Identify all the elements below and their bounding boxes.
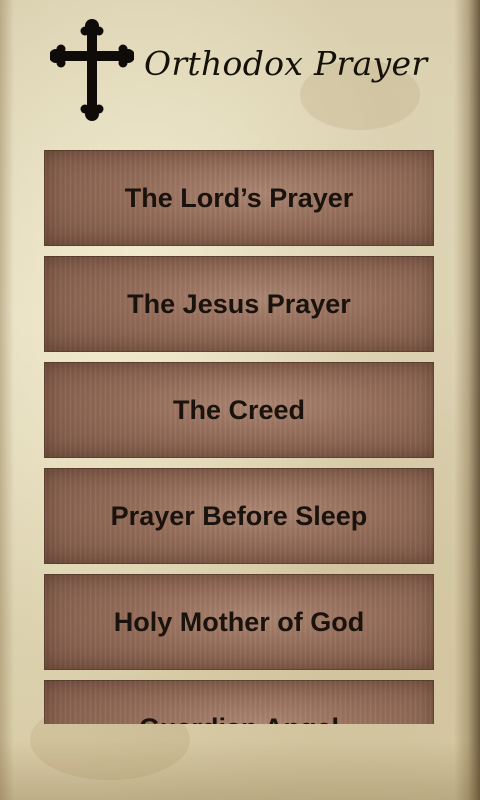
- prayer-item-label: The Creed: [172, 394, 306, 425]
- prayer-item-guardian-angel[interactable]: Guardian Angel: [44, 680, 434, 724]
- prayer-item-lords-prayer[interactable]: The Lord’s Prayer: [44, 150, 434, 246]
- prayer-list[interactable]: The Lord’s Prayer The Jesus Prayer The C…: [44, 150, 436, 724]
- prayer-item-holy-mother[interactable]: Holy Mother of God: [44, 574, 434, 670]
- prayer-item-before-sleep[interactable]: Prayer Before Sleep: [44, 468, 434, 564]
- prayer-item-label: Holy Mother of God: [113, 606, 365, 637]
- app-header: Orthodox Prayer: [50, 18, 450, 122]
- parchment-left-edge: [0, 0, 14, 800]
- prayer-item-jesus-prayer[interactable]: The Jesus Prayer: [44, 256, 434, 352]
- prayer-item-label: Prayer Before Sleep: [110, 500, 368, 531]
- prayer-item-label: Guardian Angel: [139, 713, 339, 725]
- prayer-item-creed[interactable]: The Creed: [44, 362, 434, 458]
- orthodox-cross-icon: [50, 19, 134, 121]
- parchment-right-edge: [454, 0, 480, 800]
- prayer-item-label: The Lord’s Prayer: [124, 182, 354, 213]
- prayer-item-label: The Jesus Prayer: [127, 288, 351, 319]
- app-title: Orthodox Prayer: [144, 44, 428, 83]
